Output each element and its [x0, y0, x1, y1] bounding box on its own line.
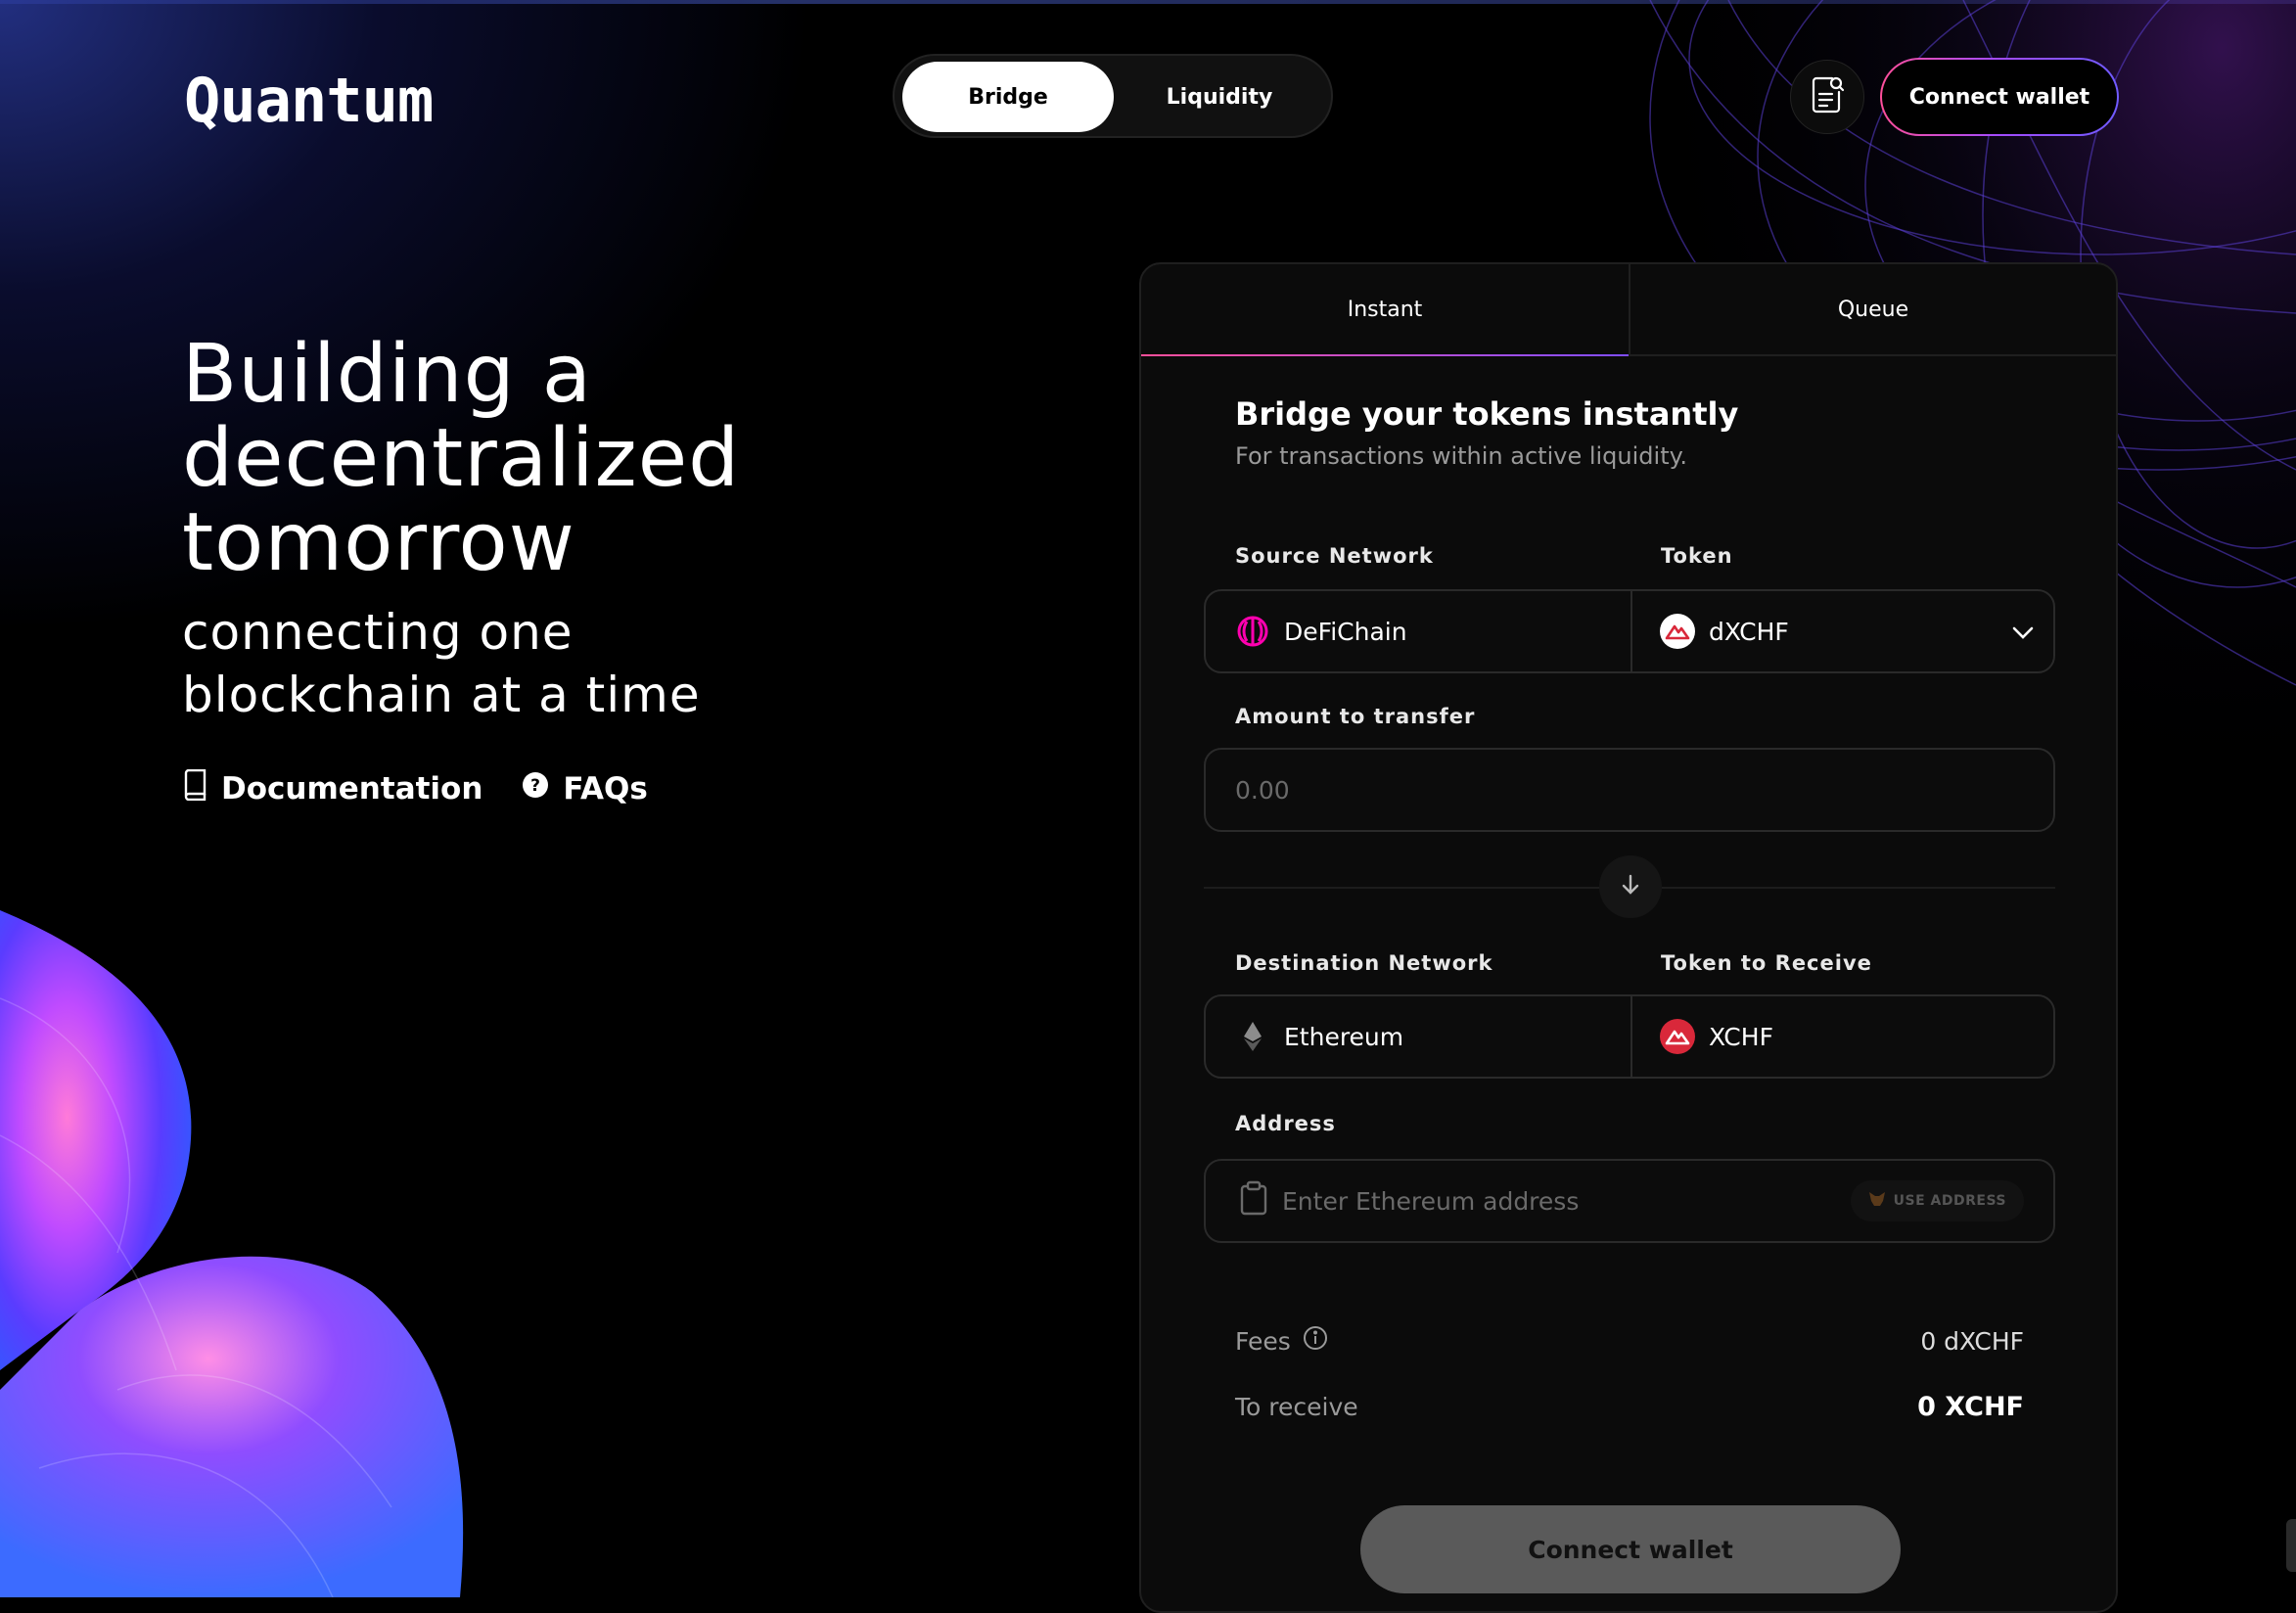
- bridge-tabs: Instant Queue: [1141, 264, 2116, 356]
- nav-bridge-button[interactable]: Bridge: [902, 62, 1114, 132]
- hero-subtitle-line: blockchain at a time: [182, 667, 701, 723]
- fees-label-group: Fees: [1235, 1325, 1328, 1357]
- svg-text:?: ?: [530, 776, 540, 796]
- hero-links: Documentation ? FAQs: [182, 768, 648, 808]
- tab-queue[interactable]: Queue: [1630, 264, 2116, 354]
- ethereum-icon: [1235, 1019, 1270, 1054]
- receive-value: 0 XCHF: [1917, 1392, 2024, 1422]
- source-network-value: DeFiChain: [1284, 617, 1407, 646]
- panel-title: Bridge your tokens instantly: [1235, 395, 1739, 433]
- use-address-button[interactable]: USE ADDRESS: [1850, 1180, 2024, 1221]
- faqs-link-label: FAQs: [563, 771, 648, 806]
- token-receive-label: Token to Receive: [1661, 951, 1872, 975]
- address-input-content: Enter Ethereum address: [1239, 1161, 1579, 1241]
- use-address-label: USE ADDRESS: [1893, 1193, 2006, 1209]
- token-receive-value: XCHF: [1709, 1022, 1773, 1051]
- hero-title: Building a decentralized tomorrow: [182, 333, 740, 585]
- arrow-down-icon: [1619, 873, 1642, 900]
- panel-subtitle: For transactions within active liquidity…: [1235, 442, 1688, 470]
- token-select[interactable]: dXCHF: [1660, 591, 2042, 671]
- connect-wallet-label: Connect wallet: [1882, 60, 2117, 134]
- documentation-link[interactable]: Documentation: [182, 768, 483, 808]
- destination-network-display: Ethereum: [1235, 996, 1403, 1077]
- source-network-label: Source Network: [1235, 544, 1434, 568]
- fees-label: Fees: [1235, 1326, 1291, 1356]
- source-network-select[interactable]: DeFiChain: [1235, 591, 1407, 671]
- edge-handle[interactable]: [2286, 1519, 2296, 1572]
- document-search-icon: [1809, 74, 1846, 119]
- faqs-link[interactable]: ? FAQs: [522, 771, 648, 806]
- active-tab-indicator: [1141, 354, 1629, 356]
- address-label: Address: [1235, 1112, 1336, 1135]
- field-divider: [1630, 591, 1632, 671]
- chevron-down-icon: [2012, 618, 2034, 646]
- fees-value: 0 dXCHF: [1920, 1326, 2024, 1356]
- token-value: dXCHF: [1709, 617, 1789, 646]
- destination-network-value: Ethereum: [1284, 1022, 1404, 1051]
- dxchf-token-icon: [1660, 614, 1695, 649]
- metamask-fox-icon: [1868, 1191, 1886, 1211]
- nav-liquidity-button[interactable]: Liquidity: [1114, 62, 1325, 132]
- nav-toggle: Bridge Liquidity: [893, 54, 1333, 138]
- amount-placeholder: 0.00: [1235, 775, 1290, 805]
- amount-label: Amount to transfer: [1235, 705, 1476, 728]
- address-placeholder: Enter Ethereum address: [1282, 1186, 1580, 1216]
- connect-wallet-header-button[interactable]: Connect wallet: [1880, 58, 2119, 136]
- tab-instant[interactable]: Instant: [1141, 264, 1630, 354]
- question-circle-icon: ?: [522, 771, 549, 806]
- destination-selector: Ethereum XCHF: [1204, 994, 2055, 1079]
- destination-network-label: Destination Network: [1235, 951, 1493, 975]
- clipboard-icon[interactable]: [1239, 1180, 1268, 1221]
- documentation-link-label: Documentation: [221, 771, 483, 806]
- defichain-icon: [1235, 614, 1270, 649]
- decorative-orb: [0, 910, 464, 1597]
- connect-wallet-panel-button[interactable]: Connect wallet: [1360, 1505, 1901, 1593]
- hero-title-line: tomorrow: [182, 496, 575, 589]
- quantum-logo[interactable]: Quantum: [184, 65, 434, 136]
- field-divider: [1630, 996, 1632, 1077]
- bridge-panel: Instant Queue Bridge your tokens instant…: [1139, 262, 2118, 1613]
- hero-title-line: decentralized: [182, 412, 741, 505]
- token-receive-display: XCHF: [1660, 996, 1773, 1077]
- fees-row: Fees 0 dXCHF: [1235, 1325, 2024, 1357]
- swap-direction-button[interactable]: [1599, 855, 1662, 918]
- hero-subtitle: connecting one blockchain at a time: [182, 601, 701, 726]
- xchf-token-icon: [1660, 1019, 1695, 1054]
- hero-title-line: Building a: [182, 328, 592, 421]
- address-input[interactable]: Enter Ethereum address USE ADDRESS: [1204, 1159, 2055, 1243]
- amount-input[interactable]: 0.00: [1204, 748, 2055, 832]
- transaction-lookup-button[interactable]: [1790, 60, 1864, 134]
- token-label: Token: [1661, 544, 1733, 568]
- book-icon: [182, 768, 207, 808]
- info-icon[interactable]: [1303, 1325, 1328, 1357]
- receive-label: To receive: [1235, 1393, 1358, 1421]
- hero-subtitle-line: connecting one: [182, 604, 574, 661]
- source-selector: DeFiChain dXCHF: [1204, 589, 2055, 673]
- receive-row: To receive 0 XCHF: [1235, 1392, 2024, 1422]
